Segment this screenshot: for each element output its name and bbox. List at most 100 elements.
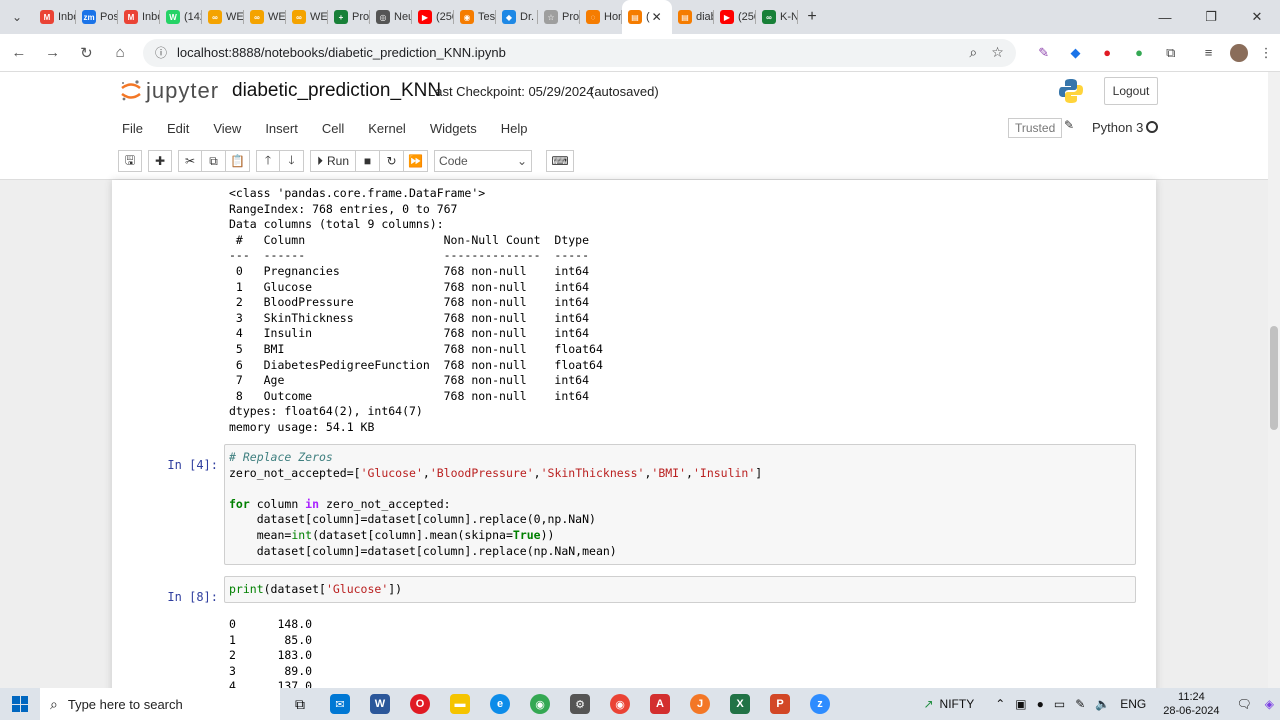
reading-list-icon[interactable]: ≡: [1195, 39, 1223, 67]
taskbar-chrome-profile[interactable]: ◉: [600, 688, 640, 720]
microphone-icon[interactable]: ●: [1037, 697, 1044, 711]
menu-insert[interactable]: Insert: [255, 121, 308, 136]
code-editor[interactable]: # Replace Zeros zero_not_accepted=['Gluc…: [229, 450, 762, 559]
browser-tab[interactable]: ▶ (250: [412, 0, 454, 34]
volume-icon[interactable]: 🔈: [1095, 697, 1110, 711]
tab-search-button[interactable]: ⌄: [0, 0, 34, 34]
browser-tab[interactable]: ∞ WEE: [286, 0, 328, 34]
command-palette-button[interactable]: ⌨: [546, 150, 575, 172]
taskbar-edge[interactable]: e: [480, 688, 520, 720]
new-tab-button[interactable]: +: [798, 8, 826, 26]
browser-tab[interactable]: M Inbo: [34, 0, 76, 34]
menu-widgets[interactable]: Widgets: [420, 121, 487, 136]
nifty-widget[interactable]: ↗ NIFTY: [923, 697, 974, 711]
taskbar-jupyter[interactable]: J: [680, 688, 720, 720]
chevron-up-icon[interactable]: ⌃: [995, 697, 1005, 711]
pen-extension-icon[interactable]: ✎: [1030, 39, 1058, 67]
profile-avatar[interactable]: [1230, 43, 1249, 62]
browser-tab[interactable]: W (142: [160, 0, 202, 34]
taskbar-word[interactable]: W: [360, 688, 400, 720]
jupyter-logo[interactable]: jupyter: [120, 78, 219, 104]
cut-button[interactable]: ✂: [178, 150, 202, 172]
copy-button[interactable]: ⧉: [202, 150, 226, 172]
restart-button[interactable]: ↻: [380, 150, 405, 172]
code-editor[interactable]: print(dataset['Glucose']): [229, 582, 402, 598]
menu-edit[interactable]: Edit: [157, 121, 199, 136]
restore-button[interactable]: ❐: [1188, 0, 1234, 34]
browser-tab[interactable]: M Inbo: [118, 0, 160, 34]
taskbar-opera[interactable]: O: [400, 688, 440, 720]
meet-now-icon[interactable]: ▣: [1015, 697, 1026, 711]
run-button[interactable]: ⏵ Run: [310, 150, 357, 172]
browser-tab[interactable]: ∞ WEE: [202, 0, 244, 34]
browser-tab[interactable]: ∞ WEE: [244, 0, 286, 34]
kernel-name[interactable]: Python 3: [1092, 120, 1143, 135]
system-clock[interactable]: 11:24 28-06-2024: [1163, 690, 1219, 718]
taskbar-powerpoint[interactable]: P: [760, 688, 800, 720]
address-bar[interactable]: ⓘ localhost:8888/notebooks/diabetic_pred…: [143, 38, 1016, 67]
trusted-indicator[interactable]: Trusted: [1008, 118, 1063, 138]
browser-tab[interactable]: ☆ Proj: [538, 0, 580, 34]
menu-kernel[interactable]: Kernel: [358, 121, 416, 136]
site-info-icon[interactable]: ⓘ: [155, 44, 167, 61]
reload-button[interactable]: ↻: [72, 38, 102, 68]
browser-tab[interactable]: + Proj: [328, 0, 370, 34]
extensions-puzzle-icon[interactable]: ⧉: [1157, 39, 1185, 67]
browser-tab-active[interactable]: ▤ ( ✕: [622, 0, 672, 34]
green-extension-icon[interactable]: ●: [1125, 39, 1153, 67]
code-cell-replace-zeros[interactable]: # Replace Zeros zero_not_accepted=['Gluc…: [224, 444, 1136, 565]
cell-type-select[interactable]: Code ⌄: [434, 150, 533, 172]
code-cell-print-glucose[interactable]: print(dataset['Glucose']): [224, 576, 1136, 603]
save-button[interactable]: 🖫: [118, 150, 142, 172]
pencil-icon[interactable]: ✎: [1064, 118, 1074, 132]
logout-button[interactable]: Logout: [1104, 77, 1158, 105]
browser-tab[interactable]: zm Post: [76, 0, 118, 34]
browser-tab[interactable]: ◎ Neu: [370, 0, 412, 34]
menu-view[interactable]: View: [203, 121, 251, 136]
start-button[interactable]: [0, 696, 40, 712]
language-indicator[interactable]: ENG: [1120, 697, 1146, 711]
taskbar-search-box[interactable]: ⌕ Type here to search: [40, 688, 280, 720]
browser-tab[interactable]: ▤ diab: [672, 0, 714, 34]
menu-file[interactable]: File: [112, 121, 153, 136]
more-options-icon[interactable]: ⋮: [1252, 39, 1280, 67]
bookmark-star-icon[interactable]: ☆: [991, 44, 1004, 61]
notebook-title[interactable]: diabetic_prediction_KNN: [232, 80, 441, 102]
menu-cell[interactable]: Cell: [312, 121, 354, 136]
network-icon[interactable]: ▭: [1054, 697, 1065, 711]
opera-extension-icon[interactable]: ●: [1093, 39, 1121, 67]
browser-tab[interactable]: ◆ Dr. S: [496, 0, 538, 34]
taskbar-chrome[interactable]: ◉: [520, 688, 560, 720]
minimize-button[interactable]: —: [1142, 0, 1188, 34]
home-button[interactable]: ⌂: [105, 38, 135, 68]
menu-help[interactable]: Help: [491, 121, 538, 136]
browser-tab[interactable]: ◌ Hon: [580, 0, 622, 34]
notifications-icon[interactable]: 🗨: [1237, 697, 1252, 711]
diamond-extension-icon[interactable]: ◆: [1062, 39, 1090, 67]
taskbar-mail[interactable]: ✉: [320, 688, 360, 720]
close-tab-icon[interactable]: ✕: [652, 10, 662, 24]
restart-run-all-button[interactable]: ⏩: [404, 150, 429, 172]
copilot-icon[interactable]: ◈: [1265, 697, 1274, 711]
forward-button[interactable]: →: [38, 38, 68, 68]
browser-tab[interactable]: ∞ K-N: [756, 0, 798, 34]
zoom-icon[interactable]: ⌕: [969, 44, 977, 61]
browser-tab[interactable]: ◉ Tess: [454, 0, 496, 34]
move-up-button[interactable]: 🡑: [256, 150, 280, 172]
taskbar-zoom[interactable]: z: [800, 688, 840, 720]
paste-button[interactable]: 📋: [226, 150, 250, 172]
interrupt-button[interactable]: ■: [356, 150, 381, 172]
taskbar-settings[interactable]: ⚙: [560, 688, 600, 720]
taskbar-excel[interactable]: X: [720, 688, 760, 720]
browser-tab[interactable]: ▶ (250: [714, 0, 756, 34]
insert-cell-button[interactable]: ✚: [148, 150, 172, 172]
move-down-button[interactable]: 🡓: [280, 150, 304, 172]
page-scrollbar[interactable]: [1268, 72, 1280, 688]
back-button[interactable]: ←: [4, 38, 34, 68]
close-window-button[interactable]: ✕: [1234, 0, 1280, 34]
taskbar-acrobat[interactable]: A: [640, 688, 680, 720]
pen-icon[interactable]: ✎: [1075, 697, 1085, 711]
scrollbar-thumb[interactable]: [1270, 326, 1278, 430]
taskbar-file-explorer[interactable]: ▬: [440, 688, 480, 720]
task-view-button[interactable]: ⧉: [280, 688, 320, 720]
